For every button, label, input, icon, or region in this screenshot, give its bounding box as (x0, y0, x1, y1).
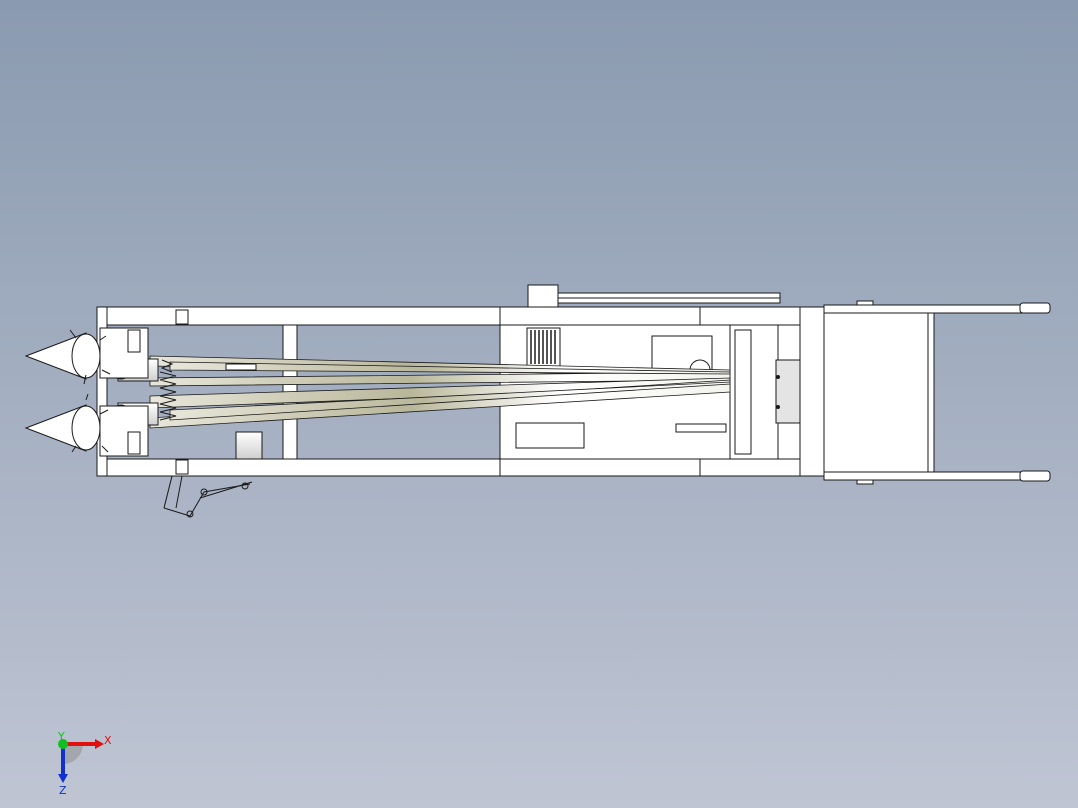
x-axis-label: X (104, 734, 112, 747)
machine-model-top-view[interactable] (0, 0, 1078, 808)
roller-lower (99, 402, 159, 457)
cad-viewport[interactable]: X Y Z (0, 0, 1078, 808)
frame-bottom-rail (96, 458, 801, 477)
axis-triad: X Y Z (57, 730, 112, 797)
z-axis-label: Z (59, 784, 67, 797)
x-axis-head (95, 739, 104, 749)
adjust-linkage (163, 475, 253, 518)
top-pulley (527, 284, 781, 308)
frame-top-rail (96, 306, 801, 326)
divider-cone-lower (24, 393, 109, 453)
hitch-pin-bottom (1019, 470, 1051, 482)
hitch-pin-top (1019, 302, 1051, 314)
y-axis-label: Y (57, 730, 65, 743)
rear-hitch (799, 300, 1051, 485)
z-axis-head (58, 774, 68, 783)
